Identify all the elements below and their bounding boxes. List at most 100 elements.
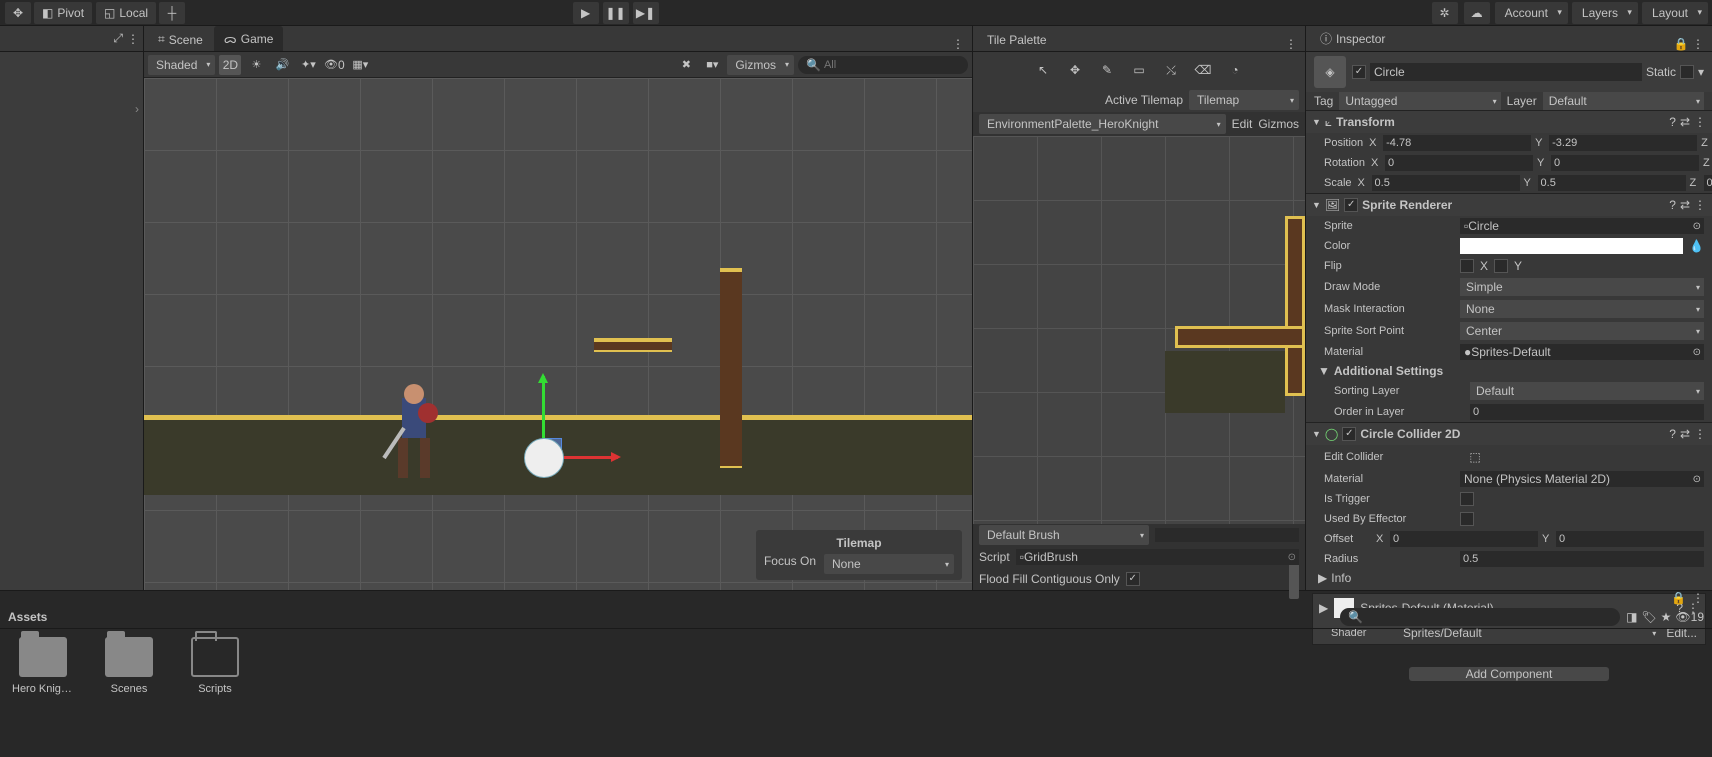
- label-icon[interactable]: 🏷: [1641, 610, 1656, 624]
- layers-dropdown[interactable]: Layers: [1572, 2, 1638, 24]
- local-toggle[interactable]: ◱ Local: [96, 2, 156, 24]
- tag-dropdown[interactable]: Untagged: [1339, 92, 1500, 110]
- filter-icon[interactable]: ◨: [1626, 610, 1637, 624]
- hand-tool[interactable]: ✥: [5, 2, 31, 24]
- gizmo-y-axis[interactable]: [542, 376, 545, 438]
- component-enabled-checkbox[interactable]: [1342, 427, 1356, 441]
- tile-brush-tool[interactable]: ✎: [1093, 58, 1121, 82]
- object-name-input[interactable]: [1370, 63, 1642, 81]
- circle-object[interactable]: [524, 438, 564, 478]
- pos-x-input[interactable]: [1383, 135, 1531, 151]
- inspector-tab-lock[interactable]: 🔒 ⋮: [1670, 37, 1708, 51]
- palette-gizmos-toggle[interactable]: Gizmos: [1258, 117, 1299, 131]
- physics-material-field[interactable]: None (Physics Material 2D): [1460, 471, 1704, 487]
- layer-dropdown[interactable]: Default: [1543, 92, 1704, 110]
- tab-menu-icon[interactable]: ⋮: [948, 37, 968, 51]
- tools-icon[interactable]: ✖: [675, 55, 697, 75]
- menu-icon[interactable]: ⋮: [127, 32, 139, 46]
- hidden-count-icon[interactable]: 👁19: [1675, 610, 1704, 624]
- palette-view[interactable]: [973, 136, 1305, 524]
- scl-x-input[interactable]: [1372, 175, 1520, 191]
- eyedropper-icon[interactable]: 💧: [1689, 239, 1704, 253]
- snap-tool[interactable]: ┼: [159, 2, 185, 24]
- tile-fill-tool[interactable]: ◔: [1221, 58, 1249, 82]
- assets-search[interactable]: 🔍: [1340, 608, 1620, 626]
- offset-x-input[interactable]: [1390, 531, 1538, 547]
- tile-picker-tool[interactable]: ⤯: [1157, 58, 1185, 82]
- tab-inspector[interactable]: ⓘ Inspector: [1310, 26, 1395, 51]
- fx-icon[interactable]: ✦▾: [297, 55, 319, 75]
- shader-dropdown[interactable]: Sprites/Default: [1397, 624, 1660, 642]
- asset-folder[interactable]: Hero Knigh...: [12, 637, 74, 722]
- draw-mode-dropdown[interactable]: Simple: [1460, 278, 1704, 296]
- radius-input[interactable]: [1460, 551, 1704, 567]
- scl-z-input[interactable]: [1704, 175, 1712, 191]
- material-field[interactable]: ● Sprites-Default: [1460, 344, 1704, 360]
- is-trigger-checkbox[interactable]: [1460, 492, 1474, 506]
- layout-dropdown[interactable]: Layout: [1642, 2, 1708, 24]
- info-foldout[interactable]: Info: [1331, 571, 1351, 585]
- assets-grid[interactable]: Hero Knigh... Scenes Scripts: [0, 629, 1712, 730]
- active-tilemap-dropdown[interactable]: Tilemap: [1189, 90, 1299, 110]
- tile-box-tool[interactable]: ▭: [1125, 58, 1153, 82]
- collab-icon[interactable]: ✲: [1432, 2, 1458, 24]
- audio-icon[interactable]: 🔊: [271, 55, 293, 75]
- pause-button[interactable]: ❚❚: [603, 2, 629, 24]
- mask-dropdown[interactable]: None: [1460, 300, 1704, 318]
- sprite-field[interactable]: ▫ Circle: [1460, 218, 1704, 234]
- hidden-objects-icon[interactable]: 👁0: [323, 55, 345, 75]
- step-button[interactable]: ▶❚: [633, 2, 659, 24]
- lighting-icon[interactable]: ☀: [245, 55, 267, 75]
- asset-folder[interactable]: Scenes: [98, 637, 160, 722]
- rot-x-input[interactable]: [1385, 155, 1533, 171]
- object-type-icon[interactable]: ◈: [1314, 56, 1346, 88]
- tab-tile-palette[interactable]: Tile Palette: [977, 29, 1057, 51]
- tile-select-tool[interactable]: ↖: [1029, 58, 1057, 82]
- help-icon[interactable]: ?: [1669, 115, 1676, 129]
- pos-y-input[interactable]: [1549, 135, 1697, 151]
- gizmos-dropdown[interactable]: Gizmos: [727, 55, 794, 75]
- scene-search-input[interactable]: [821, 57, 969, 73]
- flip-x-checkbox[interactable]: [1460, 259, 1474, 273]
- edit-collider-button[interactable]: ⬚: [1461, 447, 1489, 467]
- scene-view[interactable]: Tilemap Focus On None: [144, 78, 972, 590]
- tile-tab-menu[interactable]: ⋮: [1281, 37, 1301, 51]
- cloud-icon[interactable]: ☁: [1464, 2, 1490, 24]
- focus-on-dropdown[interactable]: None: [824, 554, 954, 574]
- fold-icon[interactable]: ▼: [1312, 200, 1321, 210]
- static-checkbox[interactable]: [1680, 65, 1694, 79]
- preset-icon[interactable]: ⇄: [1680, 115, 1690, 129]
- scene-search[interactable]: 🔍: [798, 56, 968, 74]
- menu-icon[interactable]: ⋮: [1694, 115, 1706, 129]
- rot-y-input[interactable]: [1551, 155, 1699, 171]
- flood-fill-checkbox[interactable]: [1126, 572, 1140, 586]
- pivot-toggle[interactable]: ◧ Pivot: [34, 2, 92, 24]
- palette-edit-button[interactable]: Edit: [1232, 117, 1253, 131]
- color-field[interactable]: [1460, 238, 1683, 254]
- account-dropdown[interactable]: Account: [1495, 2, 1568, 24]
- tab-scene[interactable]: ⌗ Scene: [148, 28, 213, 51]
- order-input[interactable]: [1470, 404, 1704, 420]
- favorite-icon[interactable]: ★: [1661, 610, 1672, 624]
- mode-2d-toggle[interactable]: 2D: [219, 55, 241, 75]
- asset-folder[interactable]: Scripts: [184, 637, 246, 722]
- tile-erase-tool[interactable]: ⌫: [1189, 58, 1217, 82]
- fold-icon[interactable]: ▼: [1312, 429, 1321, 439]
- tile-move-tool[interactable]: ✥: [1061, 58, 1089, 82]
- active-checkbox[interactable]: [1352, 65, 1366, 79]
- offset-y-input[interactable]: [1556, 531, 1704, 547]
- shading-dropdown[interactable]: Shaded: [148, 55, 215, 75]
- static-dropdown-icon[interactable]: ▾: [1698, 65, 1704, 79]
- sort-point-dropdown[interactable]: Center: [1460, 322, 1704, 340]
- grid-icon[interactable]: ▦▾: [349, 55, 371, 75]
- component-enabled-checkbox[interactable]: [1344, 198, 1358, 212]
- popout-icon[interactable]: ⤢: [113, 31, 123, 46]
- camera-icon[interactable]: ■▾: [701, 55, 723, 75]
- palette-dropdown[interactable]: EnvironmentPalette_HeroKnight: [979, 114, 1226, 134]
- brush-dropdown[interactable]: Default Brush: [979, 525, 1149, 545]
- used-by-effector-checkbox[interactable]: [1460, 512, 1474, 526]
- sorting-layer-dropdown[interactable]: Default: [1470, 382, 1704, 400]
- play-button[interactable]: ▶: [573, 2, 599, 24]
- tab-game[interactable]: ᯅ Game: [214, 26, 284, 51]
- menu-icon[interactable]: ⋮: [1692, 591, 1704, 605]
